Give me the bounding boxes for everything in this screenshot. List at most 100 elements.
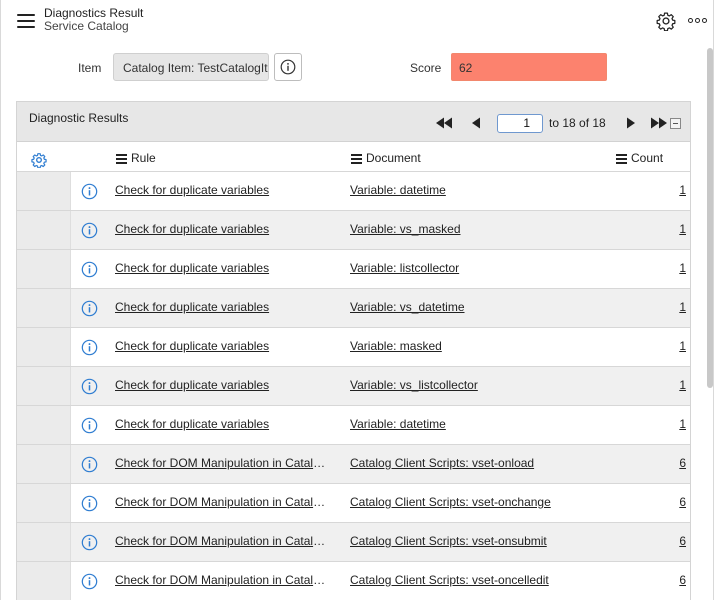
previous-page-icon[interactable] <box>465 113 487 133</box>
count-link[interactable]: 1 <box>679 339 686 353</box>
document-link[interactable]: Variable: datetime <box>350 183 446 197</box>
document-link[interactable]: Variable: vs_listcollector <box>350 378 478 392</box>
gear-icon[interactable] <box>656 11 676 31</box>
info-icon[interactable] <box>81 495 98 512</box>
document-link[interactable]: Variable: vs_masked <box>350 222 461 236</box>
row-selector-cell[interactable] <box>17 289 71 327</box>
panel-title: Diagnostic Results <box>29 111 129 125</box>
rule-link[interactable]: Check for DOM Manipulation in Catalog Cl… <box>115 456 327 470</box>
count-link[interactable]: 6 <box>679 573 686 587</box>
column-header-document[interactable]: Document <box>351 151 421 165</box>
row-selector-cell[interactable] <box>17 367 71 405</box>
column-header-rule[interactable]: Rule <box>116 151 156 165</box>
score-label: Score <box>410 61 442 75</box>
row-selector-cell[interactable] <box>17 328 71 366</box>
rule-link[interactable]: Check for duplicate variables <box>115 300 327 314</box>
hamburger-icon[interactable] <box>17 14 35 28</box>
item-field[interactable]: Catalog Item: TestCatalogIte <box>113 53 269 81</box>
count-link[interactable]: 6 <box>679 456 686 470</box>
scrollbar[interactable] <box>707 48 713 388</box>
count-link[interactable]: 1 <box>679 378 686 392</box>
results-table-body: Check for duplicate variables Variable: d… <box>17 172 690 600</box>
score-field: 62 <box>451 53 607 81</box>
first-page-icon[interactable] <box>433 113 457 133</box>
info-icon[interactable] <box>81 456 98 473</box>
info-icon[interactable] <box>81 222 98 239</box>
count-link[interactable]: 1 <box>679 417 686 431</box>
rule-link[interactable]: Check for duplicate variables <box>115 339 327 353</box>
rule-link[interactable]: Check for DOM Manipulation in Catalog Cl… <box>115 573 327 587</box>
row-selector-cell[interactable] <box>17 484 71 522</box>
row-selector-cell[interactable] <box>17 211 71 249</box>
count-link[interactable]: 1 <box>679 183 686 197</box>
column-headers: Rule Document Count <box>17 143 690 172</box>
column-header-count[interactable]: Count <box>616 151 663 165</box>
info-icon[interactable] <box>81 183 98 200</box>
row-selector-cell[interactable] <box>17 250 71 288</box>
table-row[interactable]: Check for DOM Manipulation in Catalog Cl… <box>17 445 690 484</box>
table-row[interactable]: Check for DOM Manipulation in Catalog Cl… <box>17 562 690 600</box>
table-row[interactable]: Check for DOM Manipulation in Catalog Cl… <box>17 484 690 523</box>
collapse-icon[interactable] <box>670 118 681 129</box>
last-page-icon[interactable] <box>646 113 670 133</box>
row-selector-cell[interactable] <box>17 562 71 600</box>
info-icon[interactable] <box>81 417 98 434</box>
page-subtitle: Service Catalog <box>44 19 129 33</box>
info-icon <box>280 59 296 75</box>
column-label-rule: Rule <box>131 151 156 165</box>
rule-link[interactable]: Check for DOM Manipulation in Catalog Cl… <box>115 534 327 548</box>
rule-link[interactable]: Check for duplicate variables <box>115 261 327 275</box>
column-menu-icon <box>351 153 362 164</box>
column-settings-gear-icon[interactable] <box>31 152 47 168</box>
info-icon[interactable] <box>81 534 98 551</box>
panel-header: Diagnostic Results to 18 of 18 <box>17 102 690 142</box>
table-row[interactable]: Check for duplicate variables Variable: v… <box>17 211 690 250</box>
info-icon[interactable] <box>81 339 98 356</box>
count-link[interactable]: 1 <box>679 222 686 236</box>
count-link[interactable]: 6 <box>679 495 686 509</box>
row-selector-cell[interactable] <box>17 406 71 444</box>
table-row[interactable]: Check for DOM Manipulation in Catalog Cl… <box>17 523 690 562</box>
table-row[interactable]: Check for duplicate variables Variable: d… <box>17 406 690 445</box>
document-link[interactable]: Variable: vs_datetime <box>350 300 465 314</box>
rule-link[interactable]: Check for duplicate variables <box>115 378 327 392</box>
count-link[interactable]: 1 <box>679 261 686 275</box>
diagnostic-results-panel: Diagnostic Results to 18 of 18 <box>16 101 691 600</box>
page-range-text: to 18 of 18 <box>549 116 606 130</box>
next-page-icon[interactable] <box>620 113 642 133</box>
row-selector-cell[interactable] <box>17 445 71 483</box>
document-link[interactable]: Variable: datetime <box>350 417 446 431</box>
info-icon[interactable] <box>81 378 98 395</box>
document-link[interactable]: Variable: masked <box>350 339 442 353</box>
count-link[interactable]: 6 <box>679 534 686 548</box>
document-link[interactable]: Catalog Client Scripts: vset-onsubmit <box>350 534 547 548</box>
table-row[interactable]: Check for duplicate variables Variable: d… <box>17 172 690 211</box>
row-selector-cell[interactable] <box>17 172 71 210</box>
column-label-document: Document <box>366 151 421 165</box>
table-row[interactable]: Check for duplicate variables Variable: v… <box>17 367 690 406</box>
rule-link[interactable]: Check for duplicate variables <box>115 417 327 431</box>
page-number-input[interactable] <box>497 113 543 133</box>
column-menu-icon <box>616 153 627 164</box>
item-info-button[interactable] <box>274 53 302 81</box>
table-row[interactable]: Check for duplicate variables Variable: l… <box>17 250 690 289</box>
table-row[interactable]: Check for duplicate variables Variable: v… <box>17 289 690 328</box>
more-options-icon[interactable] <box>688 11 710 29</box>
info-icon[interactable] <box>81 300 98 317</box>
header: Diagnostics Result Service Catalog <box>1 0 714 42</box>
rule-link[interactable]: Check for duplicate variables <box>115 222 327 236</box>
rule-link[interactable]: Check for duplicate variables <box>115 183 327 197</box>
app-frame: Diagnostics Result Service Catalog Item … <box>0 0 714 600</box>
row-selector-cell[interactable] <box>17 523 71 561</box>
document-link[interactable]: Catalog Client Scripts: vset-onchange <box>350 495 551 509</box>
table-row[interactable]: Check for duplicate variables Variable: m… <box>17 328 690 367</box>
item-label: Item <box>78 61 102 75</box>
info-icon[interactable] <box>81 261 98 278</box>
document-link[interactable]: Variable: listcollector <box>350 261 459 275</box>
count-link[interactable]: 1 <box>679 300 686 314</box>
document-link[interactable]: Catalog Client Scripts: vset-oncelledit <box>350 573 549 587</box>
info-icon[interactable] <box>81 573 98 590</box>
pagination: to 18 of 18 <box>433 113 670 133</box>
rule-link[interactable]: Check for DOM Manipulation in Catalog Cl… <box>115 495 327 509</box>
document-link[interactable]: Catalog Client Scripts: vset-onload <box>350 456 534 470</box>
